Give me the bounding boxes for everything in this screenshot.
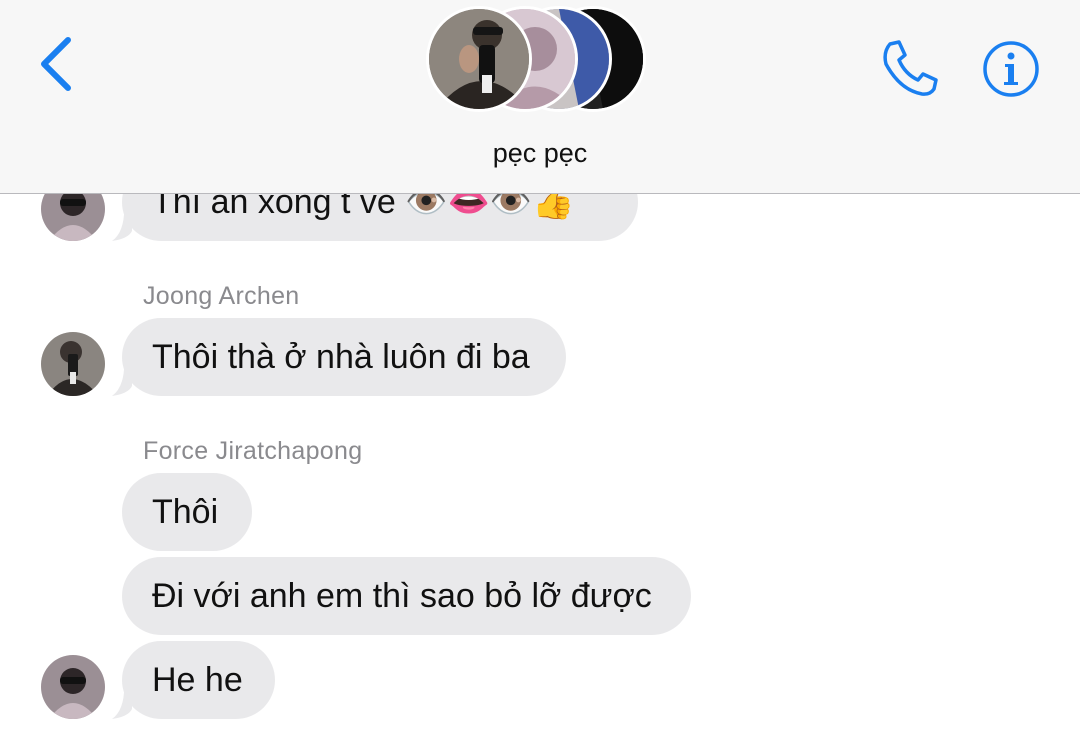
message-bubble[interactable]: He he [122,641,275,719]
message-text: Thôi thà ở nhà luôn đi ba [152,338,530,376]
info-button[interactable] [982,40,1040,98]
call-button[interactable] [878,38,942,98]
avatar[interactable] [41,332,105,396]
message-bubble[interactable]: Thôi [122,473,252,551]
group-name[interactable]: pẹc pẹc [0,138,1080,169]
group-avatar-stack[interactable] [420,6,660,116]
conversation-header: pẹc pẹc [0,0,1080,194]
group-member-avatar [426,6,532,112]
back-button[interactable] [34,36,78,92]
message-text: Thôi [152,493,219,531]
info-icon [983,41,1039,97]
message-text: Đi với anh em thì sao bỏ lỡ được [152,577,652,615]
chevron-left-icon [41,37,71,91]
sender-name: Joong Archen [143,282,300,310]
phone-icon [883,40,938,96]
sender-name: Force Jiratchapong [143,437,363,465]
avatar[interactable] [41,655,105,719]
message-bubble[interactable]: Đi với anh em thì sao bỏ lỡ được [122,557,691,635]
message-text: He he [152,661,243,699]
message-bubble[interactable]: Thôi thà ở nhà luôn đi ba [122,318,566,396]
